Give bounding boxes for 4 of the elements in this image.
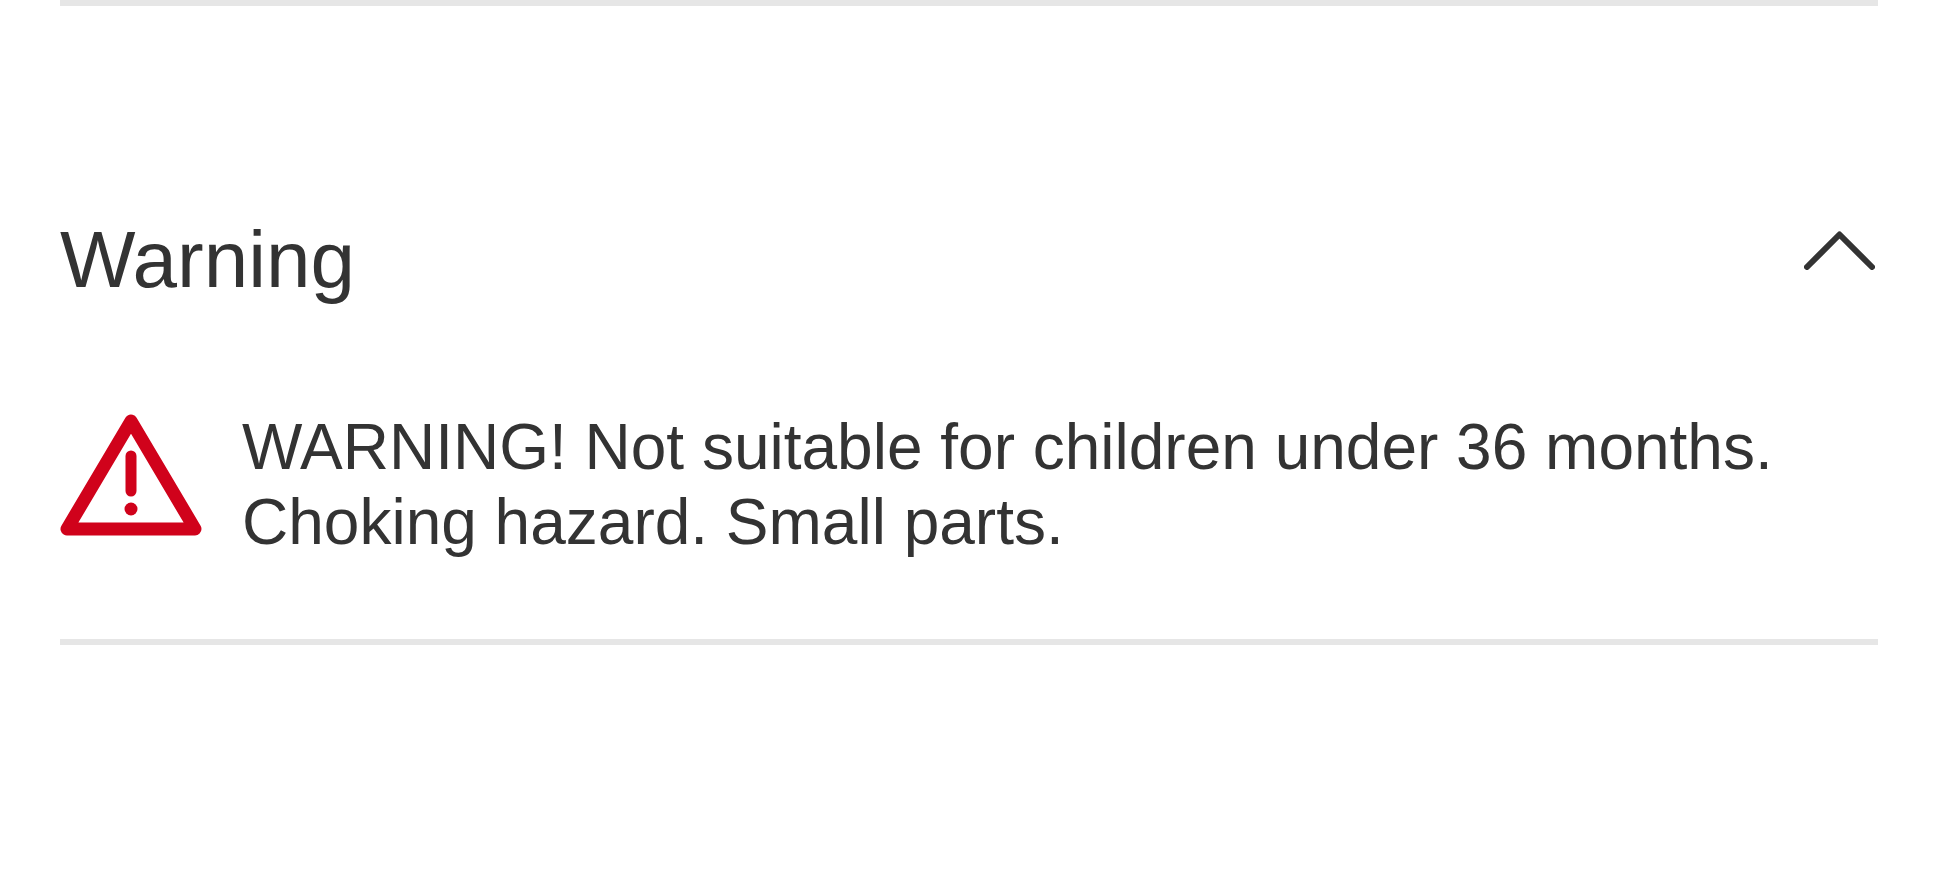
section-title: Warning [60, 215, 355, 305]
chevron-up-icon[interactable] [1804, 231, 1875, 270]
warning-text: WARNING! Not suitable for children under 36 months. Choking hazard. Small parts. [242, 410, 1774, 560]
warning-triangle-icon [60, 413, 202, 536]
